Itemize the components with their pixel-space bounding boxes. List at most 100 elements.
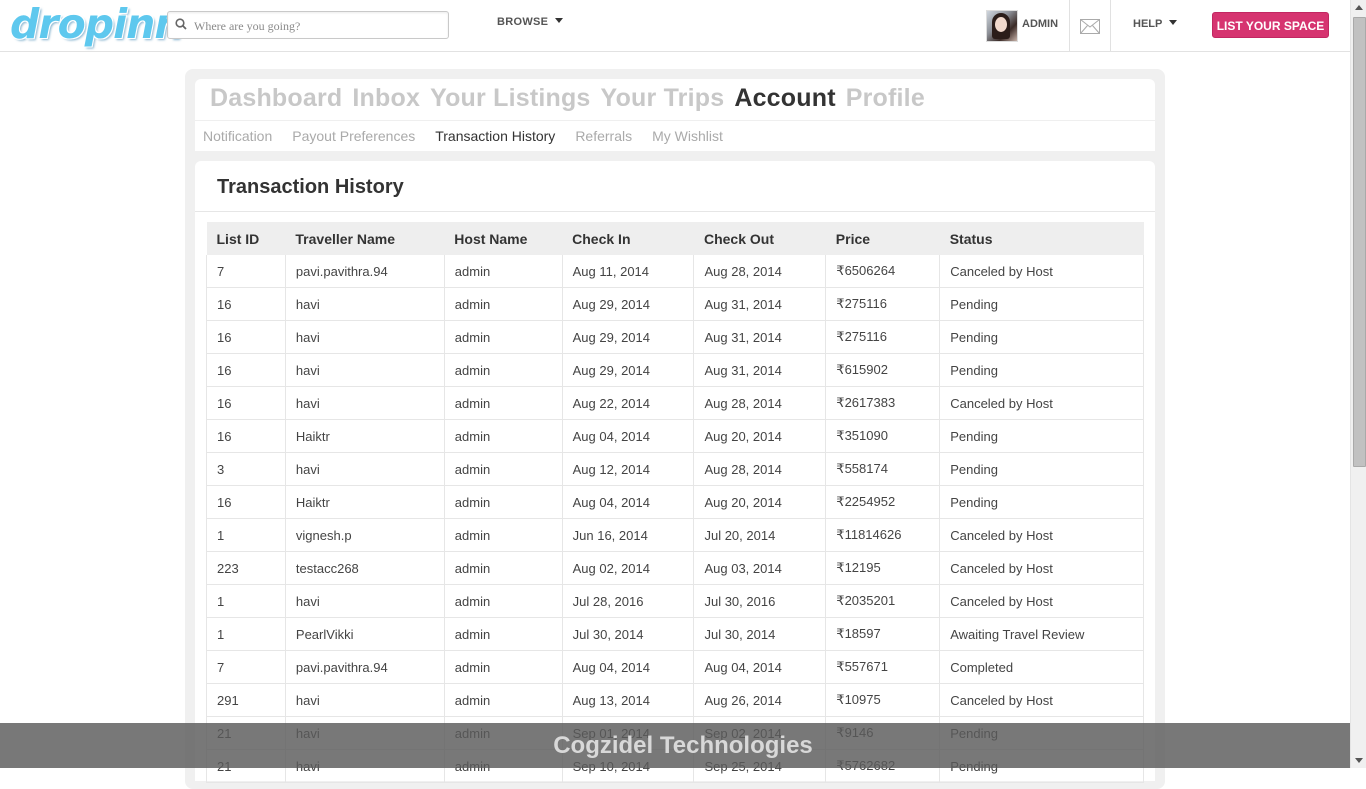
cell-check-in: Aug 12, 2014 bbox=[562, 452, 695, 486]
cell-check-in: Jul 30, 2014 bbox=[562, 617, 695, 651]
cell-host-name: admin bbox=[444, 683, 563, 717]
tab-account[interactable]: Account bbox=[734, 84, 835, 113]
cell-status: Pending bbox=[939, 485, 1144, 519]
subtab-payout-preferences[interactable]: Payout Preferences bbox=[292, 128, 415, 144]
cell-traveller-name: PearlVikki bbox=[285, 617, 445, 651]
cell-price: ₹558174 bbox=[825, 452, 941, 486]
watermark-text: Cogzidel Technologies bbox=[553, 732, 813, 759]
table-row: 16 havi admin Aug 29, 2014 Aug 31, 2014 ₹6159… bbox=[206, 353, 1144, 387]
page-scrollbar[interactable] bbox=[1350, 0, 1366, 768]
cell-traveller-name: havi bbox=[285, 584, 445, 618]
cell-check-in: Aug 04, 2014 bbox=[562, 419, 695, 453]
cell-check-out: Aug 31, 2014 bbox=[693, 320, 827, 354]
table-row: 16 havi admin Aug 29, 2014 Aug 31, 2014 ₹2751… bbox=[206, 287, 1144, 321]
cell-price: ₹557671 bbox=[825, 650, 941, 684]
cell-traveller-name: testacc268 bbox=[285, 551, 445, 585]
cell-traveller-name: havi bbox=[285, 320, 445, 354]
subtab-transaction-history[interactable]: Transaction History bbox=[435, 128, 555, 144]
cell-traveller-name: havi bbox=[285, 353, 445, 387]
cell-check-in: Aug 29, 2014 bbox=[562, 287, 695, 321]
table-row: 291 havi admin Aug 13, 2014 Aug 26, 2014 ₹109… bbox=[206, 683, 1144, 717]
table-row: 1 vignesh.p admin Jun 16, 2014 Jul 20, 2014 ₹… bbox=[206, 518, 1144, 552]
cell-check-out: Aug 31, 2014 bbox=[693, 353, 827, 387]
table-row: 223 testacc268 admin Aug 02, 2014 Aug 03, 20… bbox=[206, 551, 1144, 585]
cell-list-id: 16 bbox=[206, 485, 286, 519]
admin-link[interactable]: ADMIN bbox=[1022, 18, 1058, 30]
cell-host-name: admin bbox=[444, 419, 563, 453]
search-icon bbox=[175, 18, 187, 30]
cell-host-name: admin bbox=[444, 255, 563, 288]
cell-check-in: Jun 16, 2014 bbox=[562, 518, 695, 552]
cell-check-in: Jul 28, 2016 bbox=[562, 584, 695, 618]
cell-host-name: admin bbox=[444, 287, 563, 321]
cell-status: Canceled by Host bbox=[939, 683, 1144, 717]
header-divider bbox=[1069, 0, 1070, 51]
cell-status: Pending bbox=[939, 320, 1144, 354]
subtab-notification[interactable]: Notification bbox=[203, 128, 272, 144]
cell-list-id: 1 bbox=[206, 617, 286, 651]
cell-traveller-name: pavi.pavithra.94 bbox=[285, 650, 445, 684]
column-header-host-name: Host Name bbox=[444, 222, 563, 255]
cell-check-out: Aug 03, 2014 bbox=[693, 551, 827, 585]
sub-tabs: Notification Payout Preferences Transactio… bbox=[203, 128, 743, 146]
cell-status: Pending bbox=[939, 287, 1144, 321]
column-header-list-id: List ID bbox=[206, 222, 286, 255]
cell-host-name: admin bbox=[444, 551, 563, 585]
cell-check-in: Aug 04, 2014 bbox=[562, 650, 695, 684]
cell-check-in: Aug 29, 2014 bbox=[562, 353, 695, 387]
scrollbar-thumb[interactable] bbox=[1353, 17, 1366, 467]
cell-check-out: Aug 28, 2014 bbox=[693, 386, 827, 420]
cell-price: ₹2617383 bbox=[825, 386, 941, 420]
tab-inbox[interactable]: Inbox bbox=[352, 84, 420, 113]
cell-host-name: admin bbox=[444, 617, 563, 651]
table-row: 7 pavi.pavithra.94 admin Aug 04, 2014 Aug 04… bbox=[206, 650, 1144, 684]
dropinn-logo[interactable]: dropinn bbox=[10, 1, 184, 47]
cell-status: Canceled by Host bbox=[939, 518, 1144, 552]
table-row: 16 havi admin Aug 22, 2014 Aug 28, 2014 ₹2617… bbox=[206, 386, 1144, 420]
main-tabs: Dashboard Inbox Your Listings Your Trips Acc… bbox=[210, 84, 935, 116]
cell-price: ₹275116 bbox=[825, 287, 941, 321]
scroll-up-arrow-icon[interactable] bbox=[1351, 0, 1366, 16]
cell-status: Canceled by Host bbox=[939, 551, 1144, 585]
cell-price: ₹6506264 bbox=[825, 255, 941, 288]
cell-price: ₹2254952 bbox=[825, 485, 941, 519]
cell-list-id: 1 bbox=[206, 584, 286, 618]
search-input[interactable] bbox=[192, 15, 446, 37]
cell-check-in: Aug 29, 2014 bbox=[562, 320, 695, 354]
column-header-status: Status bbox=[939, 222, 1144, 255]
cell-list-id: 16 bbox=[206, 386, 286, 420]
cell-check-out: Aug 26, 2014 bbox=[693, 683, 827, 717]
cell-status: Canceled by Host bbox=[939, 255, 1144, 288]
cell-price: ₹12195 bbox=[825, 551, 941, 585]
table-row: 3 havi admin Aug 12, 2014 Aug 28, 2014 ₹55817… bbox=[206, 452, 1144, 486]
cell-price: ₹351090 bbox=[825, 419, 941, 453]
tab-dashboard[interactable]: Dashboard bbox=[210, 84, 342, 113]
cell-list-id: 16 bbox=[206, 320, 286, 354]
subtab-referrals[interactable]: Referrals bbox=[575, 128, 632, 144]
cell-status: Pending bbox=[939, 353, 1144, 387]
list-your-space-button[interactable]: LIST YOUR SPACE bbox=[1212, 12, 1329, 38]
search-box[interactable] bbox=[167, 11, 449, 39]
title-divider bbox=[195, 211, 1155, 212]
cell-host-name: admin bbox=[444, 584, 563, 618]
avatar[interactable] bbox=[986, 10, 1018, 42]
tab-your-listings[interactable]: Your Listings bbox=[430, 84, 590, 113]
subtab-my-wishlist[interactable]: My Wishlist bbox=[652, 128, 723, 144]
cell-status: Canceled by Host bbox=[939, 584, 1144, 618]
cell-list-id: 16 bbox=[206, 287, 286, 321]
cell-traveller-name: Haiktr bbox=[285, 419, 445, 453]
cell-check-out: Jul 20, 2014 bbox=[693, 518, 827, 552]
mail-icon[interactable] bbox=[1080, 19, 1100, 34]
cell-check-out: Jul 30, 2016 bbox=[693, 584, 827, 618]
tab-profile[interactable]: Profile bbox=[846, 84, 925, 113]
caret-down-icon bbox=[1169, 20, 1178, 25]
cell-list-id: 16 bbox=[206, 419, 286, 453]
tab-your-trips[interactable]: Your Trips bbox=[601, 84, 725, 113]
cell-list-id: 7 bbox=[206, 650, 286, 684]
help-menu[interactable]: HELP bbox=[1133, 18, 1178, 30]
cell-check-in: Aug 22, 2014 bbox=[562, 386, 695, 420]
browse-menu[interactable]: BROWSE bbox=[497, 16, 564, 28]
cell-list-id: 291 bbox=[206, 683, 286, 717]
browse-label: BROWSE bbox=[497, 16, 549, 28]
transaction-table: List ID Traveller Name Host Name Check I… bbox=[206, 222, 1144, 783]
